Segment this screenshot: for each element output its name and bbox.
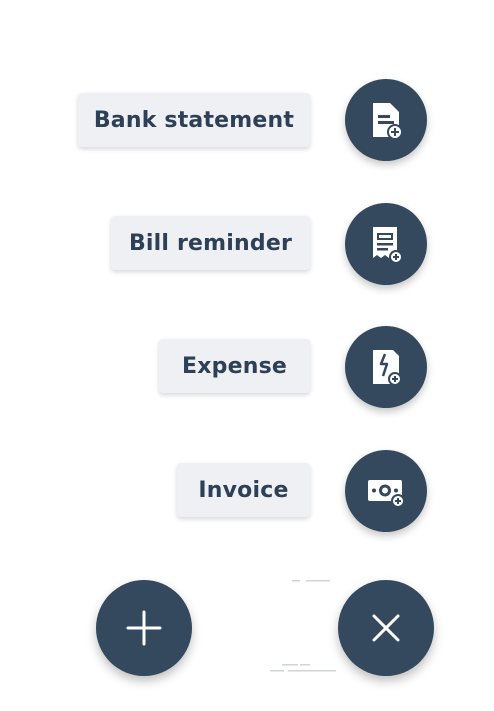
bill-reminder-button[interactable] xyxy=(345,203,427,285)
expense-button[interactable] xyxy=(345,326,427,408)
add-button[interactable] xyxy=(96,580,192,676)
close-icon xyxy=(366,608,406,648)
bank-statement-button[interactable] xyxy=(345,79,427,161)
expense-add-icon xyxy=(368,347,404,387)
bill-reminder-add-icon xyxy=(368,224,404,264)
bill-reminder-label-text: Bill reminder xyxy=(128,230,293,256)
bank-statement-label[interactable]: Bank statement xyxy=(78,93,310,147)
expense-label[interactable]: Expense xyxy=(159,339,310,393)
motion-streaks-decoration xyxy=(270,580,336,672)
invoice-label[interactable]: Invoice xyxy=(177,463,310,517)
plus-icon xyxy=(124,608,164,648)
invoice-add-icon xyxy=(365,473,407,509)
bank-statement-add-icon xyxy=(368,100,404,140)
bill-reminder-label[interactable]: Bill reminder xyxy=(111,216,310,270)
invoice-label-text: Invoice xyxy=(198,477,289,503)
bank-statement-label-text: Bank statement xyxy=(93,107,295,133)
close-button[interactable] xyxy=(338,580,434,676)
invoice-button[interactable] xyxy=(345,450,427,532)
expense-label-text: Expense xyxy=(182,353,287,379)
